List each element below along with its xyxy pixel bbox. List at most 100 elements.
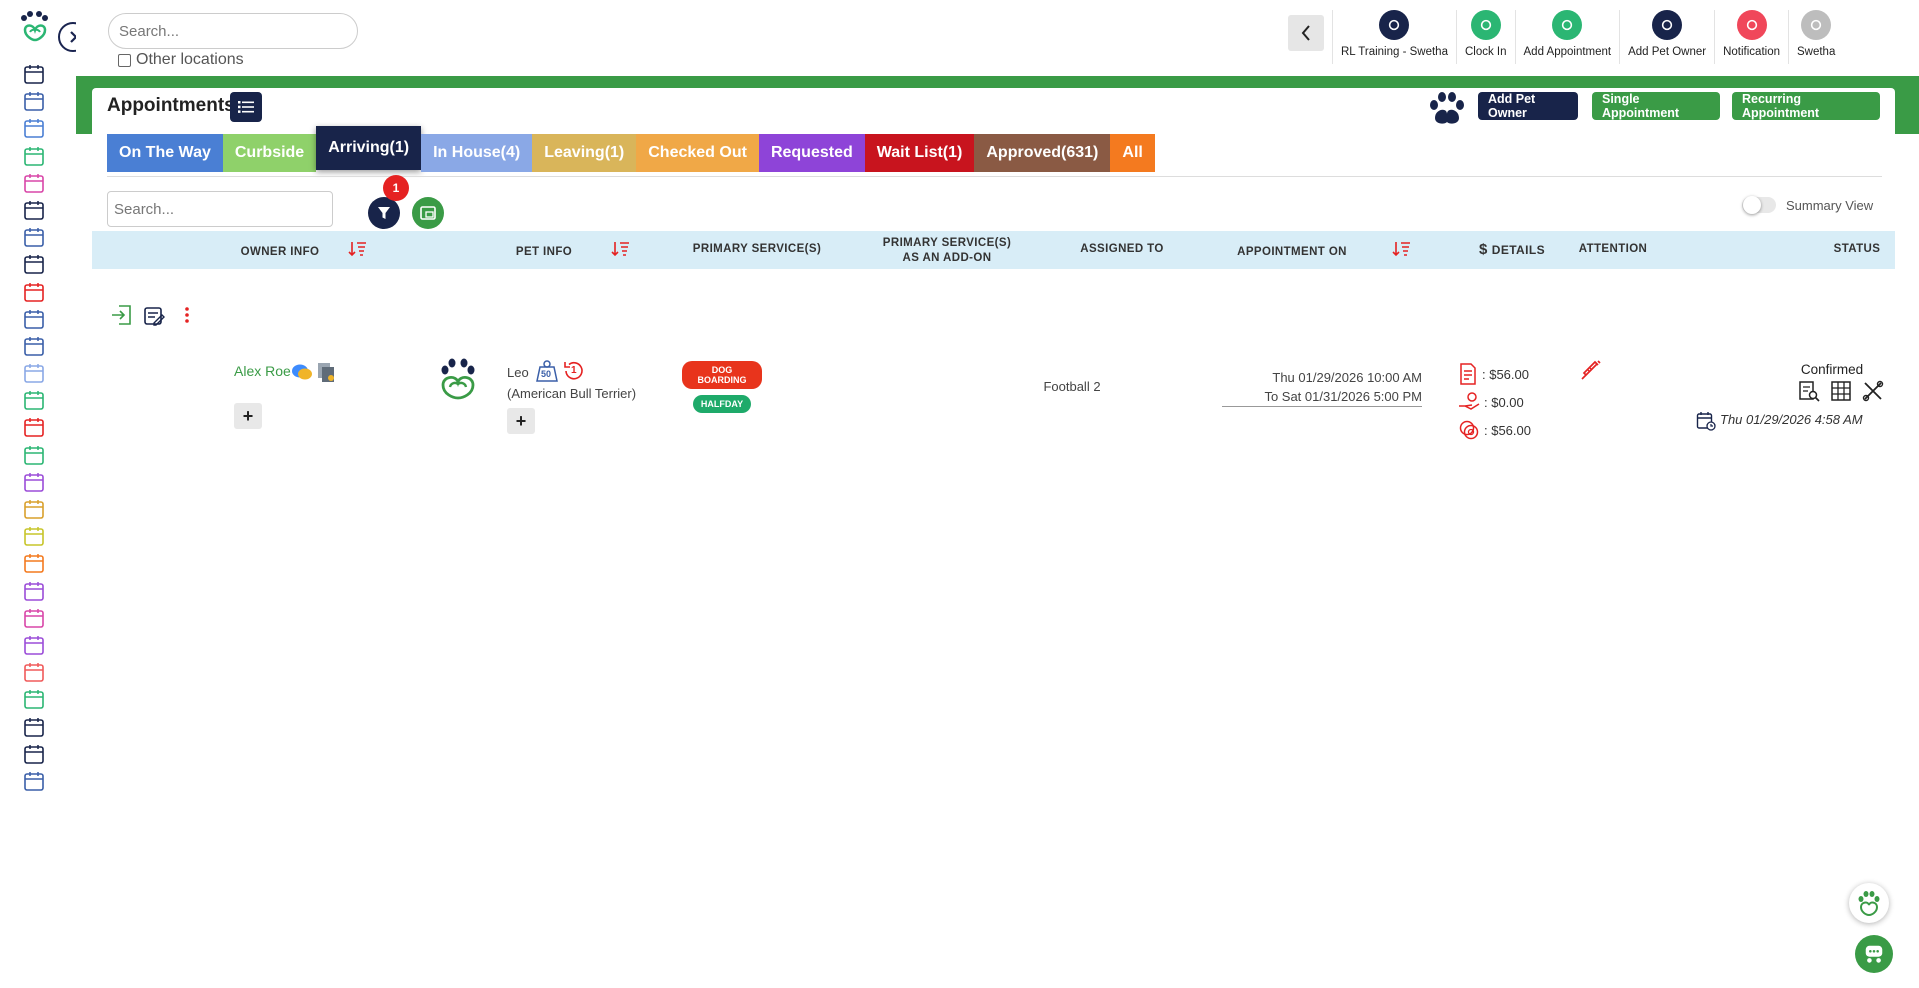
th-pet-info[interactable]: PET INFO bbox=[509, 246, 579, 258]
rocket-icon[interactable] bbox=[18, 660, 50, 686]
search-document-icon[interactable] bbox=[1798, 380, 1820, 402]
invoice-total[interactable]: : $56.00 bbox=[1458, 360, 1531, 388]
sort-icon[interactable] bbox=[348, 239, 368, 259]
other-locations-checkbox[interactable]: Other locations bbox=[118, 51, 244, 69]
top-action-clock[interactable]: Clock In bbox=[1455, 10, 1515, 64]
today-edit-icon[interactable] bbox=[18, 252, 50, 278]
tab-curbside[interactable]: Curbside bbox=[222, 134, 317, 172]
appointment-to: To Sat 01/31/2026 5:00 PM bbox=[1222, 389, 1422, 407]
documents-icon[interactable] bbox=[315, 361, 337, 388]
tab-wait-list[interactable]: Wait List(1) bbox=[864, 134, 975, 172]
pet-profile-icon[interactable] bbox=[18, 225, 50, 251]
cart-icon[interactable] bbox=[18, 443, 50, 469]
paid-total[interactable]: : $0.00 bbox=[1458, 388, 1531, 416]
chat-bubble-icon[interactable] bbox=[291, 362, 313, 387]
tab-checked-out[interactable]: Checked Out bbox=[636, 134, 759, 172]
global-search-input[interactable]: Search... bbox=[108, 13, 358, 49]
tab-all[interactable]: All bbox=[1110, 134, 1155, 172]
tab-in-house[interactable]: In House(4) bbox=[421, 134, 533, 172]
checkbox[interactable] bbox=[118, 53, 131, 67]
back-button[interactable] bbox=[1288, 15, 1324, 51]
service-badge: DOG BOARDING bbox=[682, 361, 762, 389]
summary-view-toggle[interactable]: Summary View bbox=[1742, 196, 1874, 214]
toggle-switch[interactable] bbox=[1742, 196, 1776, 214]
list-view-button[interactable] bbox=[230, 92, 262, 122]
pet-name[interactable]: Leo bbox=[507, 365, 529, 380]
calendar-clock-icon bbox=[1696, 411, 1716, 436]
export-button[interactable] bbox=[412, 197, 444, 229]
calendar-user-icon[interactable] bbox=[18, 334, 50, 360]
add-owner-note-button[interactable]: + bbox=[234, 403, 262, 429]
th-addon-line2: AS AN ADD-ON bbox=[902, 252, 992, 264]
kennel-icon[interactable] bbox=[18, 171, 50, 197]
today-icon[interactable] bbox=[18, 62, 50, 88]
report-icon[interactable] bbox=[18, 388, 50, 414]
th-attention: ATTENTION bbox=[1578, 243, 1648, 255]
plus-icon[interactable]: + bbox=[507, 408, 535, 434]
top-action-location-pin[interactable]: RL Training - Swetha bbox=[1332, 10, 1456, 64]
tab-approved[interactable]: Approved(631) bbox=[974, 134, 1111, 172]
user-icon[interactable] bbox=[18, 551, 50, 577]
tab-on-the-way[interactable]: On The Way bbox=[107, 134, 223, 172]
th-appointment-on[interactable]: APPOINTMENT ON bbox=[1212, 246, 1372, 258]
team-icon[interactable] bbox=[18, 742, 50, 768]
cart-clock-icon[interactable] bbox=[18, 470, 50, 496]
tab-arriving[interactable]: Arriving(1) bbox=[316, 126, 422, 170]
funnel-icon bbox=[378, 207, 390, 219]
paws-icon[interactable] bbox=[18, 497, 50, 523]
assigned-to-value: Football 2 bbox=[1043, 379, 1101, 394]
tab-leaving[interactable]: Leaving(1) bbox=[532, 134, 637, 172]
paw-icon[interactable] bbox=[18, 144, 50, 170]
location-pin-icon bbox=[1379, 10, 1410, 40]
pet-history-count: 1 bbox=[571, 365, 577, 376]
add-pet-note-button[interactable]: + bbox=[507, 408, 535, 434]
plus-icon[interactable]: + bbox=[234, 403, 262, 429]
pet-assistant-button[interactable] bbox=[1849, 883, 1889, 923]
dashboard-icon[interactable] bbox=[18, 89, 50, 115]
appointment-search-input[interactable]: Search... bbox=[107, 191, 333, 227]
recurring-appointment-button[interactable]: Recurring Appointment bbox=[1732, 92, 1880, 120]
support-chat-button[interactable] bbox=[1855, 935, 1893, 973]
top-action-user-avatar[interactable]: Swetha bbox=[1787, 10, 1843, 64]
paw-icon bbox=[1426, 90, 1468, 126]
shield-icon[interactable] bbox=[18, 524, 50, 550]
due-total[interactable]: : $56.00 bbox=[1458, 416, 1531, 444]
thumbs-up-icon[interactable] bbox=[18, 633, 50, 659]
top-action-add-appointment[interactable]: Add Appointment bbox=[1514, 10, 1620, 64]
summary-view-label: Summary View bbox=[1786, 197, 1874, 213]
layout-icon[interactable] bbox=[18, 361, 50, 387]
service-chips: DOG BOARDING HALFDAY bbox=[682, 361, 762, 418]
history-icon[interactable]: 1 bbox=[562, 359, 586, 383]
sort-icon[interactable] bbox=[611, 239, 631, 259]
calendar-edit-icon[interactable] bbox=[18, 280, 50, 306]
calendar-grid-icon[interactable] bbox=[18, 307, 50, 333]
grooming-tools-icon[interactable] bbox=[1862, 380, 1884, 402]
top-action-add-user[interactable]: Add Pet Owner bbox=[1619, 10, 1714, 64]
app-logo[interactable] bbox=[18, 10, 52, 44]
checklist-icon[interactable] bbox=[18, 198, 50, 224]
top-action-bell[interactable]: Notification bbox=[1714, 10, 1788, 64]
list-icon bbox=[238, 101, 254, 113]
owner-name-link[interactable]: Alex Roe bbox=[234, 363, 291, 379]
calendar-icon[interactable] bbox=[18, 116, 50, 142]
kennel-grid-icon[interactable] bbox=[1830, 380, 1852, 402]
single-appointment-button[interactable]: Single Appointment bbox=[1592, 92, 1720, 120]
tools-lock-icon[interactable] bbox=[18, 769, 50, 795]
th-owner-info[interactable]: OWNER INFO bbox=[234, 246, 326, 258]
more-options-icon[interactable] bbox=[184, 306, 190, 329]
sort-icon[interactable] bbox=[1392, 239, 1412, 259]
vaccine-syringe-icon[interactable] bbox=[1580, 359, 1602, 386]
filter-button[interactable] bbox=[368, 197, 400, 229]
sidebar-nav bbox=[18, 62, 50, 796]
pet-avatar-icon[interactable] bbox=[437, 358, 479, 405]
tab-requested[interactable]: Requested bbox=[758, 134, 865, 172]
check-in-icon[interactable] bbox=[110, 303, 134, 332]
analytics-lock-icon[interactable] bbox=[18, 687, 50, 713]
clock-settings-icon[interactable] bbox=[18, 715, 50, 741]
chat-icon[interactable] bbox=[18, 579, 50, 605]
details-list: : $56.00 : $0.00 : $56.00 bbox=[1458, 360, 1531, 444]
edit-note-icon[interactable] bbox=[142, 304, 166, 333]
invoice-icon[interactable] bbox=[18, 415, 50, 441]
gallery-icon[interactable] bbox=[18, 606, 50, 632]
add-pet-owner-button[interactable]: Add Pet Owner bbox=[1478, 92, 1578, 120]
